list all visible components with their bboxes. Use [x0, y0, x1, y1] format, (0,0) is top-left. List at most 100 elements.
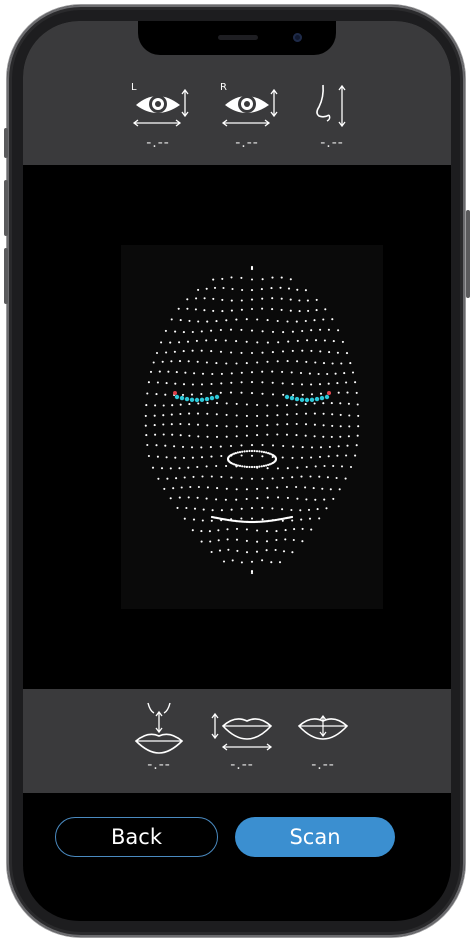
mesh-dot: [349, 465, 353, 469]
mesh-dot: [192, 475, 195, 478]
mesh-dot: [277, 496, 280, 499]
nose-dot: [258, 450, 261, 453]
mesh-dot: [319, 328, 322, 331]
mesh-dot: [335, 476, 338, 480]
mesh-dot: [179, 434, 182, 437]
mesh-dot: [165, 456, 168, 459]
mesh-dot: [179, 422, 182, 426]
mesh-dot: [289, 298, 292, 301]
mesh-dot: [261, 392, 264, 395]
mesh-dot: [279, 286, 282, 289]
mesh-dot: [169, 467, 172, 470]
mesh-dot: [235, 435, 238, 438]
mesh-dot: [187, 360, 190, 363]
philtrum-icon: [134, 702, 184, 754]
mesh-dot: [155, 444, 158, 447]
nose-dot: [260, 465, 263, 468]
mesh-dot: [351, 371, 355, 374]
mesh-dot: [340, 465, 344, 468]
mesh-dot: [261, 297, 264, 300]
nose-dot: [255, 450, 259, 453]
mesh-dot: [166, 477, 169, 480]
mesh-dot: [215, 498, 218, 501]
mesh-dot: [208, 530, 211, 533]
mesh-dot: [295, 403, 298, 406]
nose-dot: [238, 464, 242, 467]
mesh-dot: [190, 393, 194, 396]
nose-dot: [255, 465, 259, 468]
mesh-dot: [332, 340, 335, 343]
mesh-dot: [331, 413, 334, 416]
mesh-dot: [170, 413, 173, 416]
mesh-dot: [304, 423, 308, 426]
mesh-dot: [218, 549, 222, 552]
lip-width-metric: -.--: [209, 701, 275, 773]
mesh-dot: [261, 455, 264, 458]
mesh-dot: [315, 309, 318, 312]
mesh-dot: [161, 360, 164, 363]
mesh-dot: [304, 486, 307, 489]
mesh-dot: [240, 299, 243, 302]
mesh-dot: [261, 443, 264, 447]
mesh-dot: [344, 477, 347, 480]
mesh-dot: [196, 465, 199, 469]
mesh-dot: [314, 465, 317, 468]
mesh-dot: [291, 349, 294, 352]
mesh-dot: [313, 412, 316, 415]
mesh-dot: [250, 517, 254, 520]
eye-landmark-dot: [299, 397, 305, 402]
scan-button[interactable]: Scan: [235, 817, 395, 857]
mesh-dot: [201, 475, 204, 478]
mesh-dot: [323, 498, 326, 501]
mesh-dot: [282, 444, 285, 448]
mesh-dot: [225, 362, 228, 365]
eye-landmark-dot: [199, 397, 205, 402]
mesh-dot: [153, 424, 156, 427]
mesh-dot: [188, 423, 191, 426]
mesh-dot: [250, 266, 254, 269]
mesh-dot: [197, 288, 200, 291]
mesh-dot: [339, 413, 342, 416]
mesh-dot: [284, 529, 287, 532]
eye-landmark-dot: [209, 395, 215, 401]
face-scan-view: [121, 245, 383, 609]
mesh-dot: [215, 435, 219, 438]
eye-landmark-dot: [324, 394, 330, 400]
mesh-dot: [292, 538, 295, 542]
mesh-dot: [245, 434, 248, 437]
mesh-dot: [160, 341, 163, 344]
mesh-dot: [307, 508, 311, 511]
mesh-dot: [330, 402, 333, 405]
mesh-dot: [331, 424, 334, 427]
mesh-dot: [162, 414, 165, 417]
mesh-dot: [235, 340, 238, 343]
mesh-dot: [180, 486, 183, 489]
mesh-dot: [331, 318, 334, 321]
mesh-dot: [200, 446, 203, 449]
nose-dot: [250, 465, 254, 469]
mesh-dot: [307, 309, 310, 312]
mesh-dot: [313, 402, 316, 405]
mesh-dot: [235, 498, 238, 501]
back-button[interactable]: Back: [55, 817, 218, 857]
mesh-dot: [200, 456, 204, 459]
mesh-dot: [332, 464, 335, 468]
mesh-dot: [219, 391, 222, 394]
mesh-dot: [295, 422, 298, 426]
mesh-dot: [169, 497, 172, 500]
mesh-dot: [222, 286, 225, 290]
phone-screen: L -.-- R -.-- -.-- -.-- -.-- -.--: [23, 21, 451, 921]
mesh-dot: [295, 485, 298, 489]
mesh-dot: [339, 435, 342, 438]
speaker-grille: [218, 35, 258, 40]
mesh-dot: [205, 361, 208, 364]
mesh-dot: [175, 477, 178, 480]
mesh-dot: [309, 475, 312, 478]
nose-dot: [245, 465, 249, 468]
mesh-dot: [212, 297, 215, 300]
mesh-dot: [265, 530, 269, 533]
mesh-dot: [289, 278, 292, 281]
mesh-dot: [203, 297, 206, 300]
nose-dot: [253, 465, 256, 469]
mesh-dot: [175, 371, 178, 374]
